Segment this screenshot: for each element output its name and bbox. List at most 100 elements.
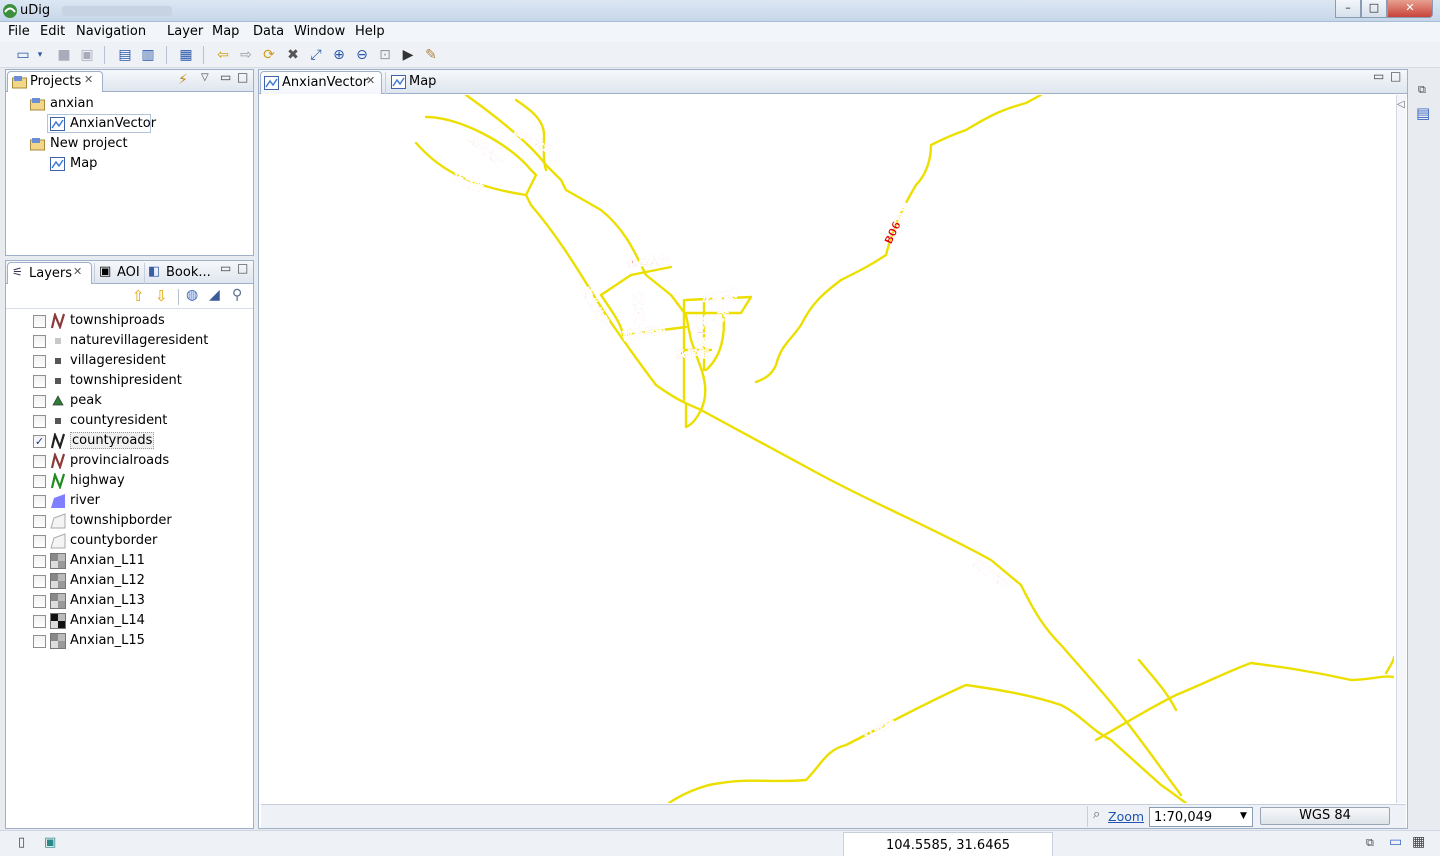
menu-help[interactable]: Help bbox=[355, 24, 385, 39]
zoom-out-icon[interactable]: ⊖ bbox=[353, 46, 371, 64]
tab-bookmarks[interactable]: ◧ Book... bbox=[144, 263, 214, 284]
layer-row[interactable]: villageresident bbox=[6, 351, 246, 371]
layer-row[interactable]: highway bbox=[6, 471, 246, 491]
layer-visibility-checkbox[interactable] bbox=[33, 315, 46, 328]
zoom-box-icon[interactable]: ⊡ bbox=[376, 46, 394, 64]
layer-row[interactable]: peak bbox=[6, 391, 246, 411]
maximize-icon[interactable]: ▭ bbox=[1389, 834, 1402, 850]
stop-icon[interactable]: ✖ bbox=[284, 46, 302, 64]
layer-visibility-checkbox[interactable] bbox=[33, 335, 46, 348]
clipboard-icon[interactable]: ▦ bbox=[177, 46, 195, 64]
layer-visibility-checkbox[interactable] bbox=[33, 615, 46, 628]
layer-row[interactable]: provincialroads bbox=[6, 451, 246, 471]
tab-anxianvector[interactable]: AnxianVector ✕ bbox=[260, 71, 382, 94]
move-down-icon[interactable]: ⇩ bbox=[155, 287, 168, 305]
layer-row[interactable]: townshipborder bbox=[6, 511, 246, 531]
layer-visibility-checkbox[interactable] bbox=[33, 415, 46, 428]
eraser-icon[interactable]: ✎ bbox=[422, 46, 440, 64]
layer-row[interactable]: townshipresident bbox=[6, 371, 246, 391]
menu-file[interactable]: File bbox=[8, 24, 30, 39]
collapse-arrow-icon[interactable]: ◁ bbox=[1397, 99, 1405, 110]
layer-row[interactable]: Anxian_L11 bbox=[6, 551, 246, 571]
layer-visibility-checkbox[interactable] bbox=[33, 635, 46, 648]
chevron-down-icon[interactable]: ▼ bbox=[1240, 811, 1247, 821]
restore-icon[interactable]: ⧉ bbox=[1366, 836, 1374, 850]
maximize-button[interactable]: □ bbox=[1361, 0, 1387, 18]
layer-visibility-checkbox[interactable] bbox=[33, 535, 46, 548]
layer-visibility-checkbox[interactable] bbox=[33, 555, 46, 568]
tree-item-map[interactable]: Map bbox=[70, 156, 97, 171]
layer-row[interactable]: countyborder bbox=[6, 531, 246, 551]
tab-aoi[interactable]: ▣ AOI bbox=[94, 263, 144, 284]
new-dropdown-icon[interactable]: ▾ bbox=[34, 46, 46, 64]
menu-window[interactable]: Window bbox=[294, 24, 345, 39]
link-icon[interactable]: ⚡ bbox=[178, 72, 188, 88]
scale-combo[interactable]: 1:70,049 ▼ bbox=[1149, 807, 1253, 827]
save-icon[interactable]: ■ bbox=[55, 46, 73, 64]
close-button[interactable]: ✕ bbox=[1387, 0, 1433, 18]
layer-row[interactable]: countyresident bbox=[6, 411, 246, 431]
layer-row[interactable]: naturevillageresident bbox=[6, 331, 246, 351]
layer-visibility-checkbox[interactable] bbox=[33, 495, 46, 508]
menu-layer[interactable]: Layer bbox=[167, 24, 203, 39]
menu-map[interactable]: Map bbox=[212, 24, 239, 39]
edit-geometry-icon[interactable]: ◢ bbox=[209, 287, 220, 303]
zoom-link[interactable]: Zoom bbox=[1108, 809, 1144, 824]
layer-visibility-checkbox[interactable] bbox=[33, 375, 46, 388]
tab-map[interactable]: Map bbox=[385, 72, 461, 94]
layer-visibility-checkbox[interactable]: ✓ bbox=[33, 435, 46, 448]
minimize-button[interactable]: – bbox=[1335, 0, 1361, 18]
zoom-in-icon[interactable]: ⊕ bbox=[330, 46, 348, 64]
move-up-icon[interactable]: ⇧ bbox=[132, 287, 145, 305]
minimize-view-icon[interactable]: ▭ bbox=[1373, 69, 1384, 83]
layer-row[interactable]: Anxian_L13 bbox=[6, 591, 246, 611]
tab-layers[interactable]: ⚟ Layers ✕ bbox=[7, 262, 92, 284]
save-all-icon[interactable]: ▣ bbox=[78, 46, 96, 64]
tree-item-anxian[interactable]: anxian bbox=[50, 96, 94, 111]
status-map-icon[interactable]: ▣ bbox=[44, 835, 56, 850]
close-icon[interactable]: ✕ bbox=[73, 265, 82, 278]
close-icon[interactable]: ✕ bbox=[366, 74, 375, 87]
tree-item-new-project[interactable]: New project bbox=[50, 136, 128, 151]
new-wizard-icon[interactable]: ▭ bbox=[14, 46, 32, 64]
properties-icon[interactable]: ⚲ bbox=[232, 287, 242, 303]
minimize-view-icon[interactable]: ▭ bbox=[220, 70, 231, 84]
maximize-view-icon[interactable]: □ bbox=[237, 70, 248, 84]
tab-projects[interactable]: Projects ✕ bbox=[7, 71, 103, 92]
layer-row[interactable]: Anxian_L14 bbox=[6, 611, 246, 631]
map-canvas[interactable]: 山东大道 安州大道 汐汀路 永昌大道 安北公路 黄川路 龙蕴街 西番南街 永平街 益江路 将军河路 B… bbox=[261, 95, 1394, 803]
play-icon[interactable]: ▶ bbox=[399, 46, 417, 64]
layer-visibility-checkbox[interactable] bbox=[33, 355, 46, 368]
zoom-control[interactable]: ⌕ Zoom bbox=[1087, 806, 1147, 827]
fast-view-icon[interactable]: ▯ bbox=[18, 835, 25, 850]
monitor-refresh-icon[interactable]: ▥ bbox=[139, 46, 157, 64]
monitor-icon[interactable]: ▤ bbox=[116, 46, 134, 64]
layer-row[interactable]: townshiproads bbox=[6, 311, 246, 331]
menu-data[interactable]: Data bbox=[253, 24, 284, 39]
catalog-icon[interactable]: ▤ bbox=[1416, 104, 1430, 122]
layer-visibility-checkbox[interactable] bbox=[33, 475, 46, 488]
maximize-view-icon[interactable]: □ bbox=[1390, 69, 1401, 83]
minimize-view-icon[interactable]: ▭ bbox=[220, 261, 231, 275]
refresh-icon[interactable]: ⟳ bbox=[260, 46, 278, 64]
menu-edit[interactable]: Edit bbox=[40, 24, 65, 39]
layer-row[interactable]: Anxian_L12 bbox=[6, 571, 246, 591]
table-icon[interactable]: ▦ bbox=[1412, 834, 1425, 850]
menu-navigation[interactable]: Navigation bbox=[76, 24, 146, 39]
tree-item-anxianvector[interactable]: AnxianVector bbox=[70, 116, 156, 131]
back-arrow-icon[interactable]: ⇦ bbox=[214, 46, 232, 64]
layer-visibility-checkbox[interactable] bbox=[33, 515, 46, 528]
layer-visibility-checkbox[interactable] bbox=[33, 595, 46, 608]
view-menu-icon[interactable]: ▽ bbox=[201, 72, 209, 83]
crs-button[interactable]: WGS 84 bbox=[1260, 807, 1390, 825]
close-icon[interactable]: ✕ bbox=[84, 73, 93, 86]
layer-row[interactable]: Anxian_L15 bbox=[6, 631, 246, 651]
layer-row[interactable]: river bbox=[6, 491, 246, 511]
zoom-extent-icon[interactable]: ⤢ bbox=[307, 46, 325, 64]
forward-arrow-icon[interactable]: ⇨ bbox=[237, 46, 255, 64]
layer-visibility-checkbox[interactable] bbox=[33, 395, 46, 408]
maximize-view-icon[interactable]: □ bbox=[237, 261, 248, 275]
restore-icon[interactable]: ⧉ bbox=[1418, 83, 1426, 97]
layer-visibility-checkbox[interactable] bbox=[33, 575, 46, 588]
layer-visibility-checkbox[interactable] bbox=[33, 455, 46, 468]
